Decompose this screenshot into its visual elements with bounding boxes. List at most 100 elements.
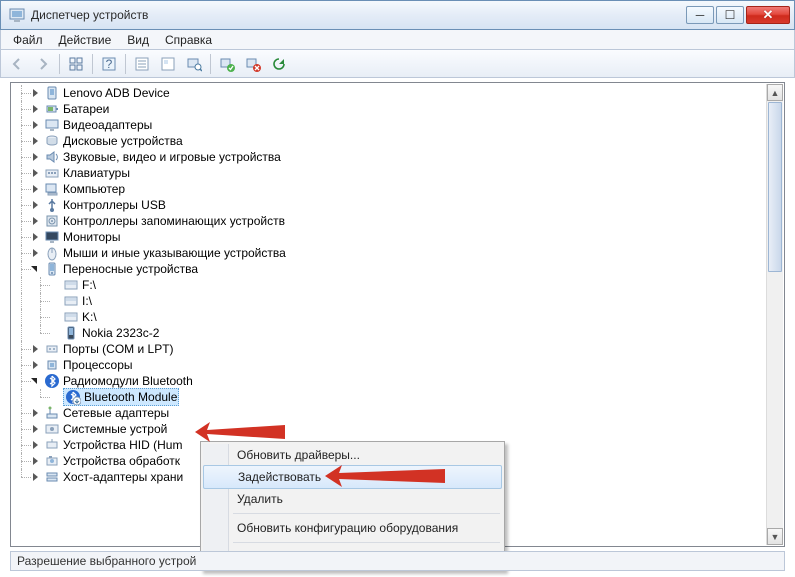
tree-label: Устройства HID (Hum xyxy=(63,438,182,452)
tool-scan[interactable] xyxy=(182,53,206,75)
tool-properties[interactable] xyxy=(130,53,154,75)
app-icon xyxy=(9,7,25,23)
tree-item[interactable]: F:\ xyxy=(12,277,783,293)
ctx-refresh[interactable]: Обновить конфигурацию оборудования xyxy=(203,517,502,539)
context-menu-separator xyxy=(233,542,500,543)
expand-icon[interactable] xyxy=(31,168,42,179)
tree-item[interactable]: I:\ xyxy=(12,293,783,309)
expand-icon[interactable] xyxy=(31,136,42,147)
tree-label: Bluetooth Module xyxy=(84,390,177,404)
battery-icon xyxy=(44,101,60,117)
expand-icon[interactable] xyxy=(31,216,42,227)
tool-properties2[interactable] xyxy=(156,53,180,75)
tree-item[interactable]: K:\ xyxy=(12,309,783,325)
menu-file[interactable]: Файл xyxy=(5,31,51,49)
expand-icon[interactable] xyxy=(31,152,42,163)
tree-category[interactable]: Сетевые адаптеры xyxy=(12,405,783,421)
scroll-up-button[interactable]: ▲ xyxy=(767,84,783,101)
tree-category[interactable]: Радиомодули Bluetooth xyxy=(12,373,783,389)
tree-category[interactable]: Батареи xyxy=(12,101,783,117)
sound-icon xyxy=(44,149,60,165)
expand-icon[interactable] xyxy=(31,184,42,195)
cpu-icon xyxy=(44,357,60,373)
close-button[interactable]: ✕ xyxy=(746,6,790,24)
toolbar-separator xyxy=(125,54,126,74)
tree-category[interactable]: Контроллеры USB xyxy=(12,197,783,213)
context-menu-separator xyxy=(233,513,500,514)
menu-action[interactable]: Действие xyxy=(51,31,120,49)
maximize-button[interactable]: ☐ xyxy=(716,6,744,24)
tree-category[interactable]: Клавиатуры xyxy=(12,165,783,181)
tool-forward[interactable] xyxy=(31,53,55,75)
tree-category[interactable]: Мониторы xyxy=(12,229,783,245)
ctx-delete[interactable]: Удалить xyxy=(203,488,502,510)
ctx-update-drivers[interactable]: Обновить драйверы... xyxy=(203,444,502,466)
tree-category[interactable]: Переносные устройства xyxy=(12,261,783,277)
expand-icon[interactable] xyxy=(31,232,42,243)
tree-item[interactable]: Nokia 2323c-2 xyxy=(12,325,783,341)
expand-icon[interactable] xyxy=(31,120,42,131)
expand-icon[interactable] xyxy=(31,440,42,451)
expand-icon[interactable] xyxy=(31,360,42,371)
tool-back[interactable] xyxy=(5,53,29,75)
device-tree[interactable]: Lenovo ADB DeviceБатареиВидеоадаптерыДис… xyxy=(12,84,783,487)
phone-icon xyxy=(63,325,79,341)
tree-label: Дисковые устройства xyxy=(63,134,183,148)
portable-icon xyxy=(44,261,60,277)
tool-grid[interactable] xyxy=(64,53,88,75)
spacer xyxy=(50,280,61,291)
expand-icon[interactable] xyxy=(31,424,42,435)
expand-icon[interactable] xyxy=(31,344,42,355)
scroll-thumb[interactable] xyxy=(768,102,782,272)
tree-label: Процессоры xyxy=(63,358,133,372)
tree-label: F:\ xyxy=(82,278,96,292)
spacer xyxy=(50,296,61,307)
tree-label: Порты (COM и LPT) xyxy=(63,342,174,356)
tool-refresh[interactable] xyxy=(267,53,291,75)
tree-category[interactable]: Видеоадаптеры xyxy=(12,117,783,133)
expand-icon[interactable] xyxy=(31,456,42,467)
tool-help[interactable]: ? xyxy=(97,53,121,75)
spacer xyxy=(50,392,61,403)
expand-icon[interactable] xyxy=(31,88,42,99)
scrollbar[interactable]: ▲ ▼ xyxy=(766,84,783,545)
imaging-icon xyxy=(44,453,60,469)
tool-disable[interactable] xyxy=(241,53,265,75)
menu-view[interactable]: Вид xyxy=(119,31,157,49)
tree-category[interactable]: Процессоры xyxy=(12,357,783,373)
scroll-down-button[interactable]: ▼ xyxy=(767,528,783,545)
tree-label: Хост-адаптеры храни xyxy=(63,470,183,484)
tree-category[interactable]: Lenovo ADB Device xyxy=(12,85,783,101)
system-icon xyxy=(44,421,60,437)
minimize-button[interactable]: ─ xyxy=(686,6,714,24)
expand-icon[interactable] xyxy=(31,248,42,259)
expand-icon[interactable] xyxy=(31,200,42,211)
hba-icon xyxy=(44,469,60,485)
toolbar-separator xyxy=(92,54,93,74)
tree-label: Контроллеры USB xyxy=(63,198,166,212)
tree-category[interactable]: Контроллеры запоминающих устройств xyxy=(12,213,783,229)
tree-label: I:\ xyxy=(82,294,92,308)
menu-help[interactable]: Справка xyxy=(157,31,220,49)
tree-category[interactable]: Дисковые устройства xyxy=(12,133,783,149)
tree-category[interactable]: Системные устрой xyxy=(12,421,783,437)
collapse-icon[interactable] xyxy=(31,264,42,275)
collapse-icon[interactable] xyxy=(31,376,42,387)
tool-enable[interactable] xyxy=(215,53,239,75)
ctx-enable[interactable]: Задействовать xyxy=(203,465,502,489)
tree-category[interactable]: Мыши и иные указывающие устройства xyxy=(12,245,783,261)
tree-category[interactable]: Звуковые, видео и игровые устройства xyxy=(12,149,783,165)
expand-icon[interactable] xyxy=(31,472,42,483)
tree-label: Lenovo ADB Device xyxy=(63,86,170,100)
tree-category[interactable]: Компьютер xyxy=(12,181,783,197)
status-bar: Разрешение выбранного устрой xyxy=(10,551,785,571)
expand-icon[interactable] xyxy=(31,104,42,115)
tree-label: Контроллеры запоминающих устройств xyxy=(63,214,285,228)
drive-icon xyxy=(63,293,79,309)
toolbar: ? xyxy=(0,50,795,78)
status-text: Разрешение выбранного устрой xyxy=(17,554,196,568)
tree-label: Системные устрой xyxy=(63,422,167,436)
tree-item[interactable]: Bluetooth Module xyxy=(12,389,783,405)
expand-icon[interactable] xyxy=(31,408,42,419)
tree-category[interactable]: Порты (COM и LPT) xyxy=(12,341,783,357)
